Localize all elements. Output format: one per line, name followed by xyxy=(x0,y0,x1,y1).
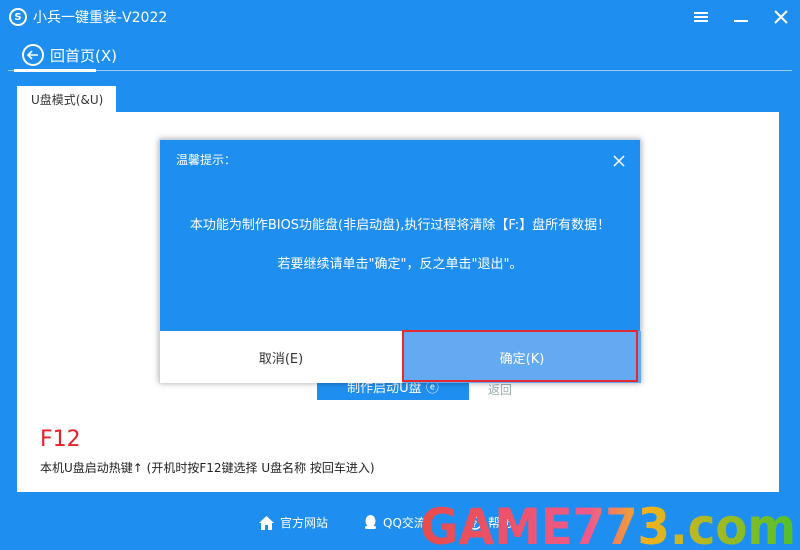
back-home-link[interactable]: 回首页(X) xyxy=(50,45,117,66)
dialog-title: 温馨提示： xyxy=(176,153,237,167)
title-bar: S 小兵一键重装-V2022 xyxy=(0,0,800,34)
dialog-message-line2: 若要继续请单击"确定"，反之单击"退出"。 xyxy=(277,257,523,272)
watermark-text: GAME773.com xyxy=(420,500,796,550)
home-icon xyxy=(259,515,274,530)
return-link[interactable]: 返回 xyxy=(488,381,512,398)
nav-active-indicator xyxy=(14,69,96,72)
boot-hotkey: F12 xyxy=(40,427,81,452)
app-logo-icon: S xyxy=(9,8,27,26)
boot-hotkey-description: 本机U盘启动热键↑ (开机时按F12键选择 U盘名称 按回车进入) xyxy=(40,461,375,475)
close-icon xyxy=(774,10,788,24)
arrow-left-icon xyxy=(27,50,38,60)
footer-qq[interactable]: QQ交流 xyxy=(364,514,426,531)
footer-official-site[interactable]: 官方网站 xyxy=(259,514,328,531)
dialog-message-line1: 本功能为制作BIOS功能盘(非启动盘),执行过程将清除【F:】盘所有数据！ xyxy=(189,218,611,233)
qq-icon xyxy=(365,515,376,529)
dialog-cancel-button[interactable]: 取消(E) xyxy=(160,331,402,383)
back-button[interactable] xyxy=(22,44,44,66)
menu-icon xyxy=(694,12,708,22)
nav-divider xyxy=(8,70,792,71)
dialog-ok-button[interactable]: 确定(K) xyxy=(403,331,641,383)
warning-dialog: 温馨提示： 本功能为制作BIOS功能盘(非启动盘),执行过程将清除【F:】盘所有… xyxy=(159,139,641,383)
footer-label: 官方网站 xyxy=(280,516,329,530)
window-title: 小兵一键重装-V2022 xyxy=(33,10,168,26)
tab-usb-mode[interactable]: U盘模式(&U) xyxy=(17,86,116,112)
game773-watermark: GAME773.com xyxy=(420,500,796,550)
close-button[interactable] xyxy=(770,6,792,28)
menu-button[interactable] xyxy=(690,6,712,28)
minimize-button[interactable] xyxy=(730,6,752,28)
dialog-close-icon[interactable] xyxy=(612,154,626,168)
minimize-icon xyxy=(734,20,748,22)
